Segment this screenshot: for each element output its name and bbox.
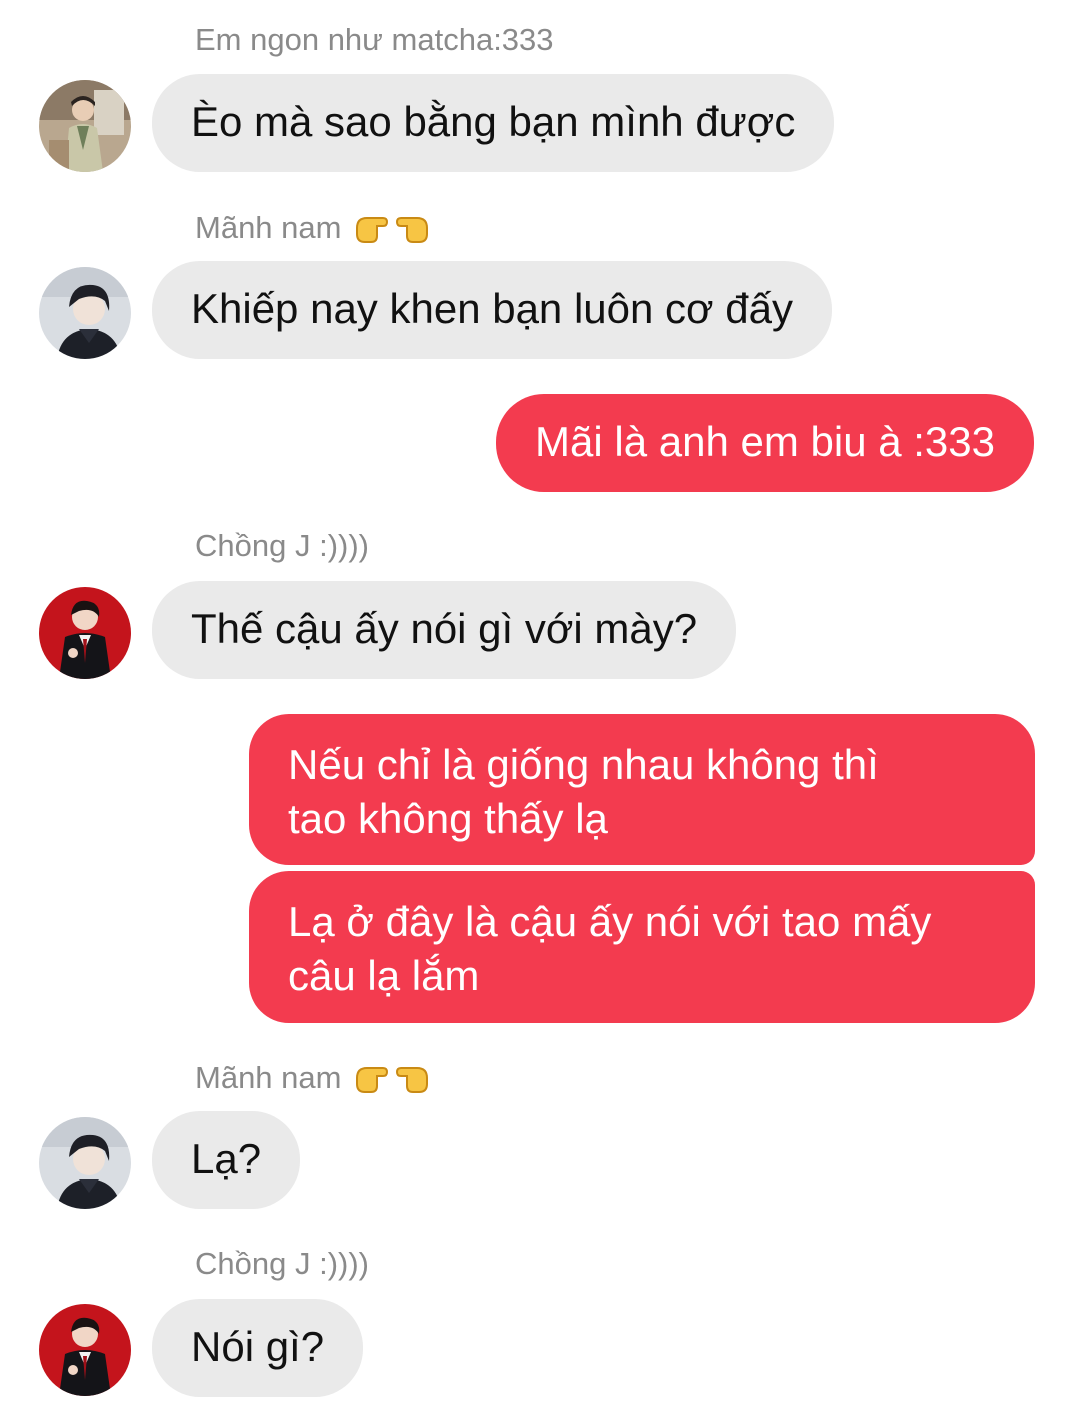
message-text: Èo mà sao bằng bạn mình được <box>191 98 796 145</box>
message-text-line: câu lạ lắm <box>288 952 480 999</box>
pointing-hands-emoji <box>353 208 431 248</box>
sender-name: Chồng J :)))) <box>195 1246 369 1282</box>
message-text-line: tao không thấy lạ <box>288 795 608 842</box>
incoming-message-bubble[interactable]: Nói gì? <box>152 1299 364 1397</box>
avatar-matcha[interactable] <box>39 80 131 172</box>
incoming-message-bubble[interactable]: Lạ? <box>152 1111 301 1209</box>
sender-name: Em ngon như matcha:333 <box>195 22 554 58</box>
message-text: Nói gì? <box>191 1323 325 1370</box>
outgoing-message-bubble[interactable]: Lạ ở đây là cậu ấy nói với tao mấy câu l… <box>249 871 1035 1023</box>
pointing-hands-emoji <box>353 1058 431 1098</box>
incoming-message-bubble[interactable]: Thế cậu ấy nói gì với mày? <box>152 581 737 679</box>
sender-name-text: Mãnh nam <box>195 1060 342 1095</box>
avatar-chong-j[interactable] <box>39 1304 131 1396</box>
message-text-line: Nếu chỉ là giống nhau không thì <box>288 741 879 788</box>
sender-name: Chồng J :)))) <box>195 528 369 564</box>
sender-name-text: Em ngon như matcha:333 <box>195 22 554 57</box>
sender-name-text: Mãnh nam <box>195 210 342 245</box>
sender-name-text: Chồng J :)))) <box>195 1246 369 1281</box>
outgoing-message-bubble[interactable]: Nếu chỉ là giống nhau không thì tao khôn… <box>249 714 1035 865</box>
sender-name: Mãnh nam <box>195 208 431 248</box>
avatar-chong-j[interactable] <box>39 587 131 679</box>
avatar-manh-nam[interactable] <box>39 267 131 359</box>
message-text: Mãi là anh em biu à :333 <box>535 418 995 465</box>
message-text: Lạ? <box>191 1135 262 1182</box>
avatar-manh-nam[interactable] <box>39 1117 131 1209</box>
incoming-message-bubble[interactable]: Èo mà sao bằng bạn mình được <box>152 74 835 172</box>
incoming-message-bubble[interactable]: Khiếp nay khen bạn luôn cơ đấy <box>152 261 832 359</box>
message-text: Thế cậu ấy nói gì với mày? <box>191 605 698 652</box>
sender-name-text: Chồng J :)))) <box>195 528 369 563</box>
sender-name: Mãnh nam <box>195 1058 431 1098</box>
message-text-line: Lạ ở đây là cậu ấy nói với tao mấy <box>288 898 932 945</box>
outgoing-message-bubble[interactable]: Mãi là anh em biu à :333 <box>496 394 1034 492</box>
message-text: Khiếp nay khen bạn luôn cơ đấy <box>191 285 793 332</box>
